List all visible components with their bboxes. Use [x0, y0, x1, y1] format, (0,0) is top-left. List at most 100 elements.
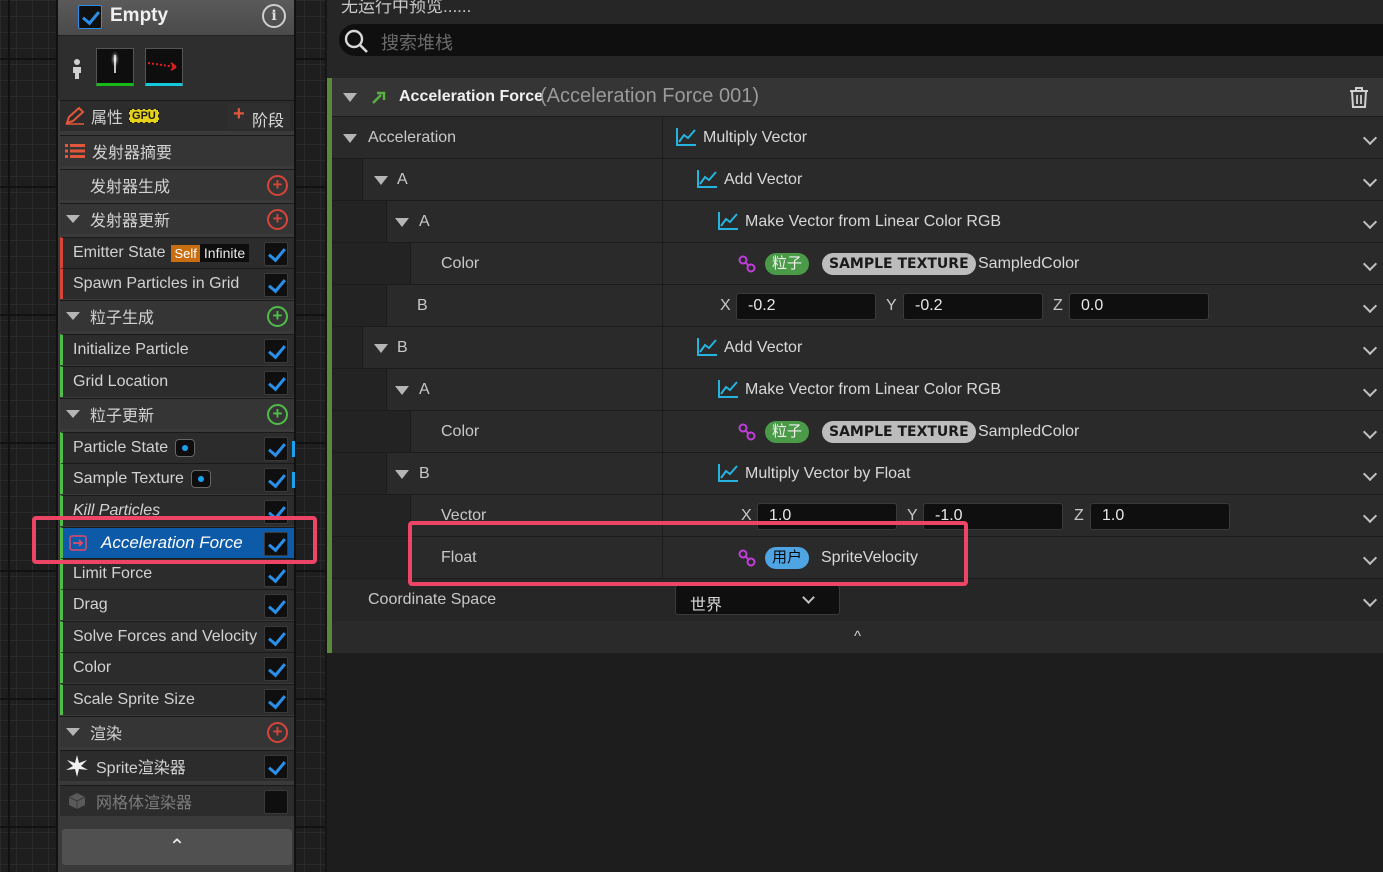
dropdown-chevron-icon[interactable]	[1362, 214, 1378, 230]
collapse-caret-icon[interactable]	[343, 93, 357, 102]
coordinate-space-select[interactable]: 世界	[675, 585, 840, 615]
emitter-update-section[interactable]: 发射器更新 +	[60, 203, 294, 234]
module-grid-location[interactable]: Grid Location	[60, 366, 294, 397]
param-row-color[interactable]: Color 粒子 SAMPLE TEXTURE SampledColor	[332, 242, 1383, 285]
dropdown-chevron-icon[interactable]	[1362, 382, 1378, 398]
search-input[interactable]: 搜索堆栈	[381, 29, 453, 55]
dropdown-chevron-icon[interactable]	[1362, 130, 1378, 146]
module-header[interactable]: Acceleration Force (Acceleration Force 0…	[332, 78, 1383, 116]
add-module-icon[interactable]: +	[267, 306, 288, 327]
dropdown-chevron-icon[interactable]	[1362, 466, 1378, 482]
module-enable-checkbox[interactable]	[264, 563, 288, 587]
param-row-color[interactable]: Color 粒子 SAMPLE TEXTURE SampledColor	[332, 410, 1383, 453]
module-enable-checkbox[interactable]	[264, 594, 288, 618]
collapse-caret-icon[interactable]	[395, 386, 409, 395]
module-kill-particles[interactable]: Kill Particles	[60, 495, 294, 526]
stack-search[interactable]: 搜索堆栈	[339, 24, 1383, 56]
vector-x-field[interactable]: -0.2	[736, 293, 876, 320]
stage-button[interactable]: + 阶段	[228, 103, 290, 130]
collapse-caret-icon[interactable]	[66, 728, 80, 736]
param-row-a[interactable]: A Add Vector	[332, 158, 1383, 201]
dropdown-chevron-icon[interactable]	[1362, 424, 1378, 440]
dropdown-chevron-icon[interactable]	[1362, 508, 1378, 524]
add-module-icon[interactable]: +	[267, 175, 288, 196]
collapse-caret-icon[interactable]	[374, 344, 388, 353]
module-scale-sprite-size[interactable]: Scale Sprite Size	[60, 684, 294, 715]
param-row-acceleration[interactable]: Acceleration Multiply Vector	[332, 116, 1383, 159]
properties-row[interactable]: 属性 GPU + 阶段	[60, 100, 294, 131]
collapse-caret-icon[interactable]	[374, 176, 388, 185]
dropdown-chevron-icon[interactable]	[1362, 550, 1378, 566]
param-row-b[interactable]: B Add Vector	[332, 326, 1383, 369]
emitter-header[interactable]: Empty i	[58, 0, 294, 36]
module-limit-force[interactable]: Limit Force	[60, 558, 294, 589]
system-graph[interactable]: Empty i 属性 GPU + 阶段 发射器摘要 发射器生成 + 发射器更新 …	[0, 0, 325, 872]
module-initialize-particle[interactable]: Initialize Particle	[60, 334, 294, 365]
particle-spawn-section[interactable]: 粒子生成 +	[60, 300, 294, 331]
vector-y-field[interactable]: -0.2	[903, 293, 1043, 320]
module-enable-checkbox[interactable]	[264, 242, 288, 266]
renderer-enable-checkbox[interactable]	[264, 790, 288, 814]
dropdown-chevron-icon[interactable]	[1362, 298, 1378, 314]
module-enable-checkbox[interactable]	[264, 273, 288, 297]
render-section[interactable]: 渲染 +	[60, 716, 294, 747]
vector-x-field[interactable]: 1.0	[757, 503, 897, 530]
module-drag[interactable]: Drag	[60, 589, 294, 620]
collapse-node-button[interactable]: ⌃	[62, 829, 292, 865]
module-solve-forces[interactable]: Solve Forces and Velocity	[60, 621, 294, 652]
param-row-coordinate-space[interactable]: Coordinate Space 世界	[332, 578, 1383, 621]
module-sample-texture[interactable]: Sample Texture	[60, 463, 295, 494]
renderer-mesh[interactable]: 网格体渲染器	[60, 785, 294, 816]
module-particle-state[interactable]: Particle State	[60, 432, 295, 463]
dropdown-chevron-icon[interactable]	[1362, 340, 1378, 356]
module-emitter-state[interactable]: Emitter State Self Infinite	[60, 237, 294, 268]
module-enable-checkbox[interactable]	[264, 689, 288, 713]
param-row-b-b[interactable]: B Multiply Vector by Float	[332, 452, 1383, 495]
collapse-caret-icon[interactable]	[66, 215, 80, 223]
module-spawn-particles-in-grid[interactable]: Spawn Particles in Grid	[60, 268, 294, 299]
add-module-icon[interactable]: +	[267, 209, 288, 230]
emitter-thumbnail[interactable]	[96, 48, 134, 86]
collapse-caret-icon[interactable]	[66, 312, 80, 320]
module-enable-checkbox[interactable]	[264, 371, 288, 395]
particle-update-section[interactable]: 粒子更新 +	[60, 398, 294, 429]
renderer-thumbnail[interactable]	[145, 48, 183, 86]
vector-z-field[interactable]: 0.0	[1069, 293, 1209, 320]
renderer-enable-checkbox[interactable]	[264, 755, 288, 779]
dropdown-chevron-icon[interactable]	[1362, 256, 1378, 272]
param-row-b-a[interactable]: A Make Vector from Linear Color RGB	[332, 368, 1383, 411]
delete-icon[interactable]	[1349, 86, 1369, 108]
collapse-caret-icon[interactable]	[343, 134, 357, 143]
collapse-caret-icon[interactable]	[66, 410, 80, 418]
module-enable-checkbox[interactable]	[264, 657, 288, 681]
collapse-caret-icon[interactable]	[395, 218, 409, 227]
module-enable-checkbox[interactable]	[264, 468, 288, 492]
module-enable-checkbox[interactable]	[264, 532, 288, 556]
module-color[interactable]: Color	[60, 652, 294, 683]
vector-y-field[interactable]: -1.0	[923, 503, 1063, 530]
param-value: Add Vector	[724, 171, 803, 188]
add-module-icon[interactable]: +	[267, 404, 288, 425]
collapse-caret-icon[interactable]	[395, 470, 409, 479]
renderer-label: Sprite渲染器	[96, 760, 186, 777]
module-enable-checkbox[interactable]	[264, 500, 288, 524]
emitter-summary-row[interactable]: 发射器摘要	[60, 135, 294, 166]
param-row-vector[interactable]: Vector X 1.0 Y -1.0 Z 1.0	[332, 494, 1383, 537]
dropdown-chevron-icon[interactable]	[1362, 172, 1378, 188]
module-enable-checkbox[interactable]	[264, 437, 288, 461]
vector-z-field[interactable]: 1.0	[1090, 503, 1230, 530]
renderer-sprite[interactable]: Sprite渲染器	[60, 750, 294, 781]
collapse-module-button[interactable]: ^	[332, 621, 1383, 653]
add-renderer-icon[interactable]: +	[267, 722, 288, 743]
param-row-float[interactable]: Float 用户 SpriteVelocity	[332, 536, 1383, 579]
module-enable-checkbox[interactable]	[264, 626, 288, 650]
emitter-enable-checkbox[interactable]	[78, 5, 102, 29]
module-enable-checkbox[interactable]	[264, 339, 288, 363]
module-acceleration-force[interactable]: Acceleration Force	[60, 527, 294, 558]
emitter-spawn-section[interactable]: 发射器生成 +	[60, 169, 294, 200]
param-row-a-b[interactable]: B X -0.2 Y -0.2 Z 0.0	[332, 284, 1383, 327]
info-icon[interactable]: i	[262, 4, 286, 28]
dropdown-chevron-icon[interactable]	[1362, 592, 1378, 608]
emitter-node[interactable]: Empty i 属性 GPU + 阶段 发射器摘要 发射器生成 + 发射器更新 …	[56, 0, 296, 872]
param-row-a-a[interactable]: A Make Vector from Linear Color RGB	[332, 200, 1383, 243]
